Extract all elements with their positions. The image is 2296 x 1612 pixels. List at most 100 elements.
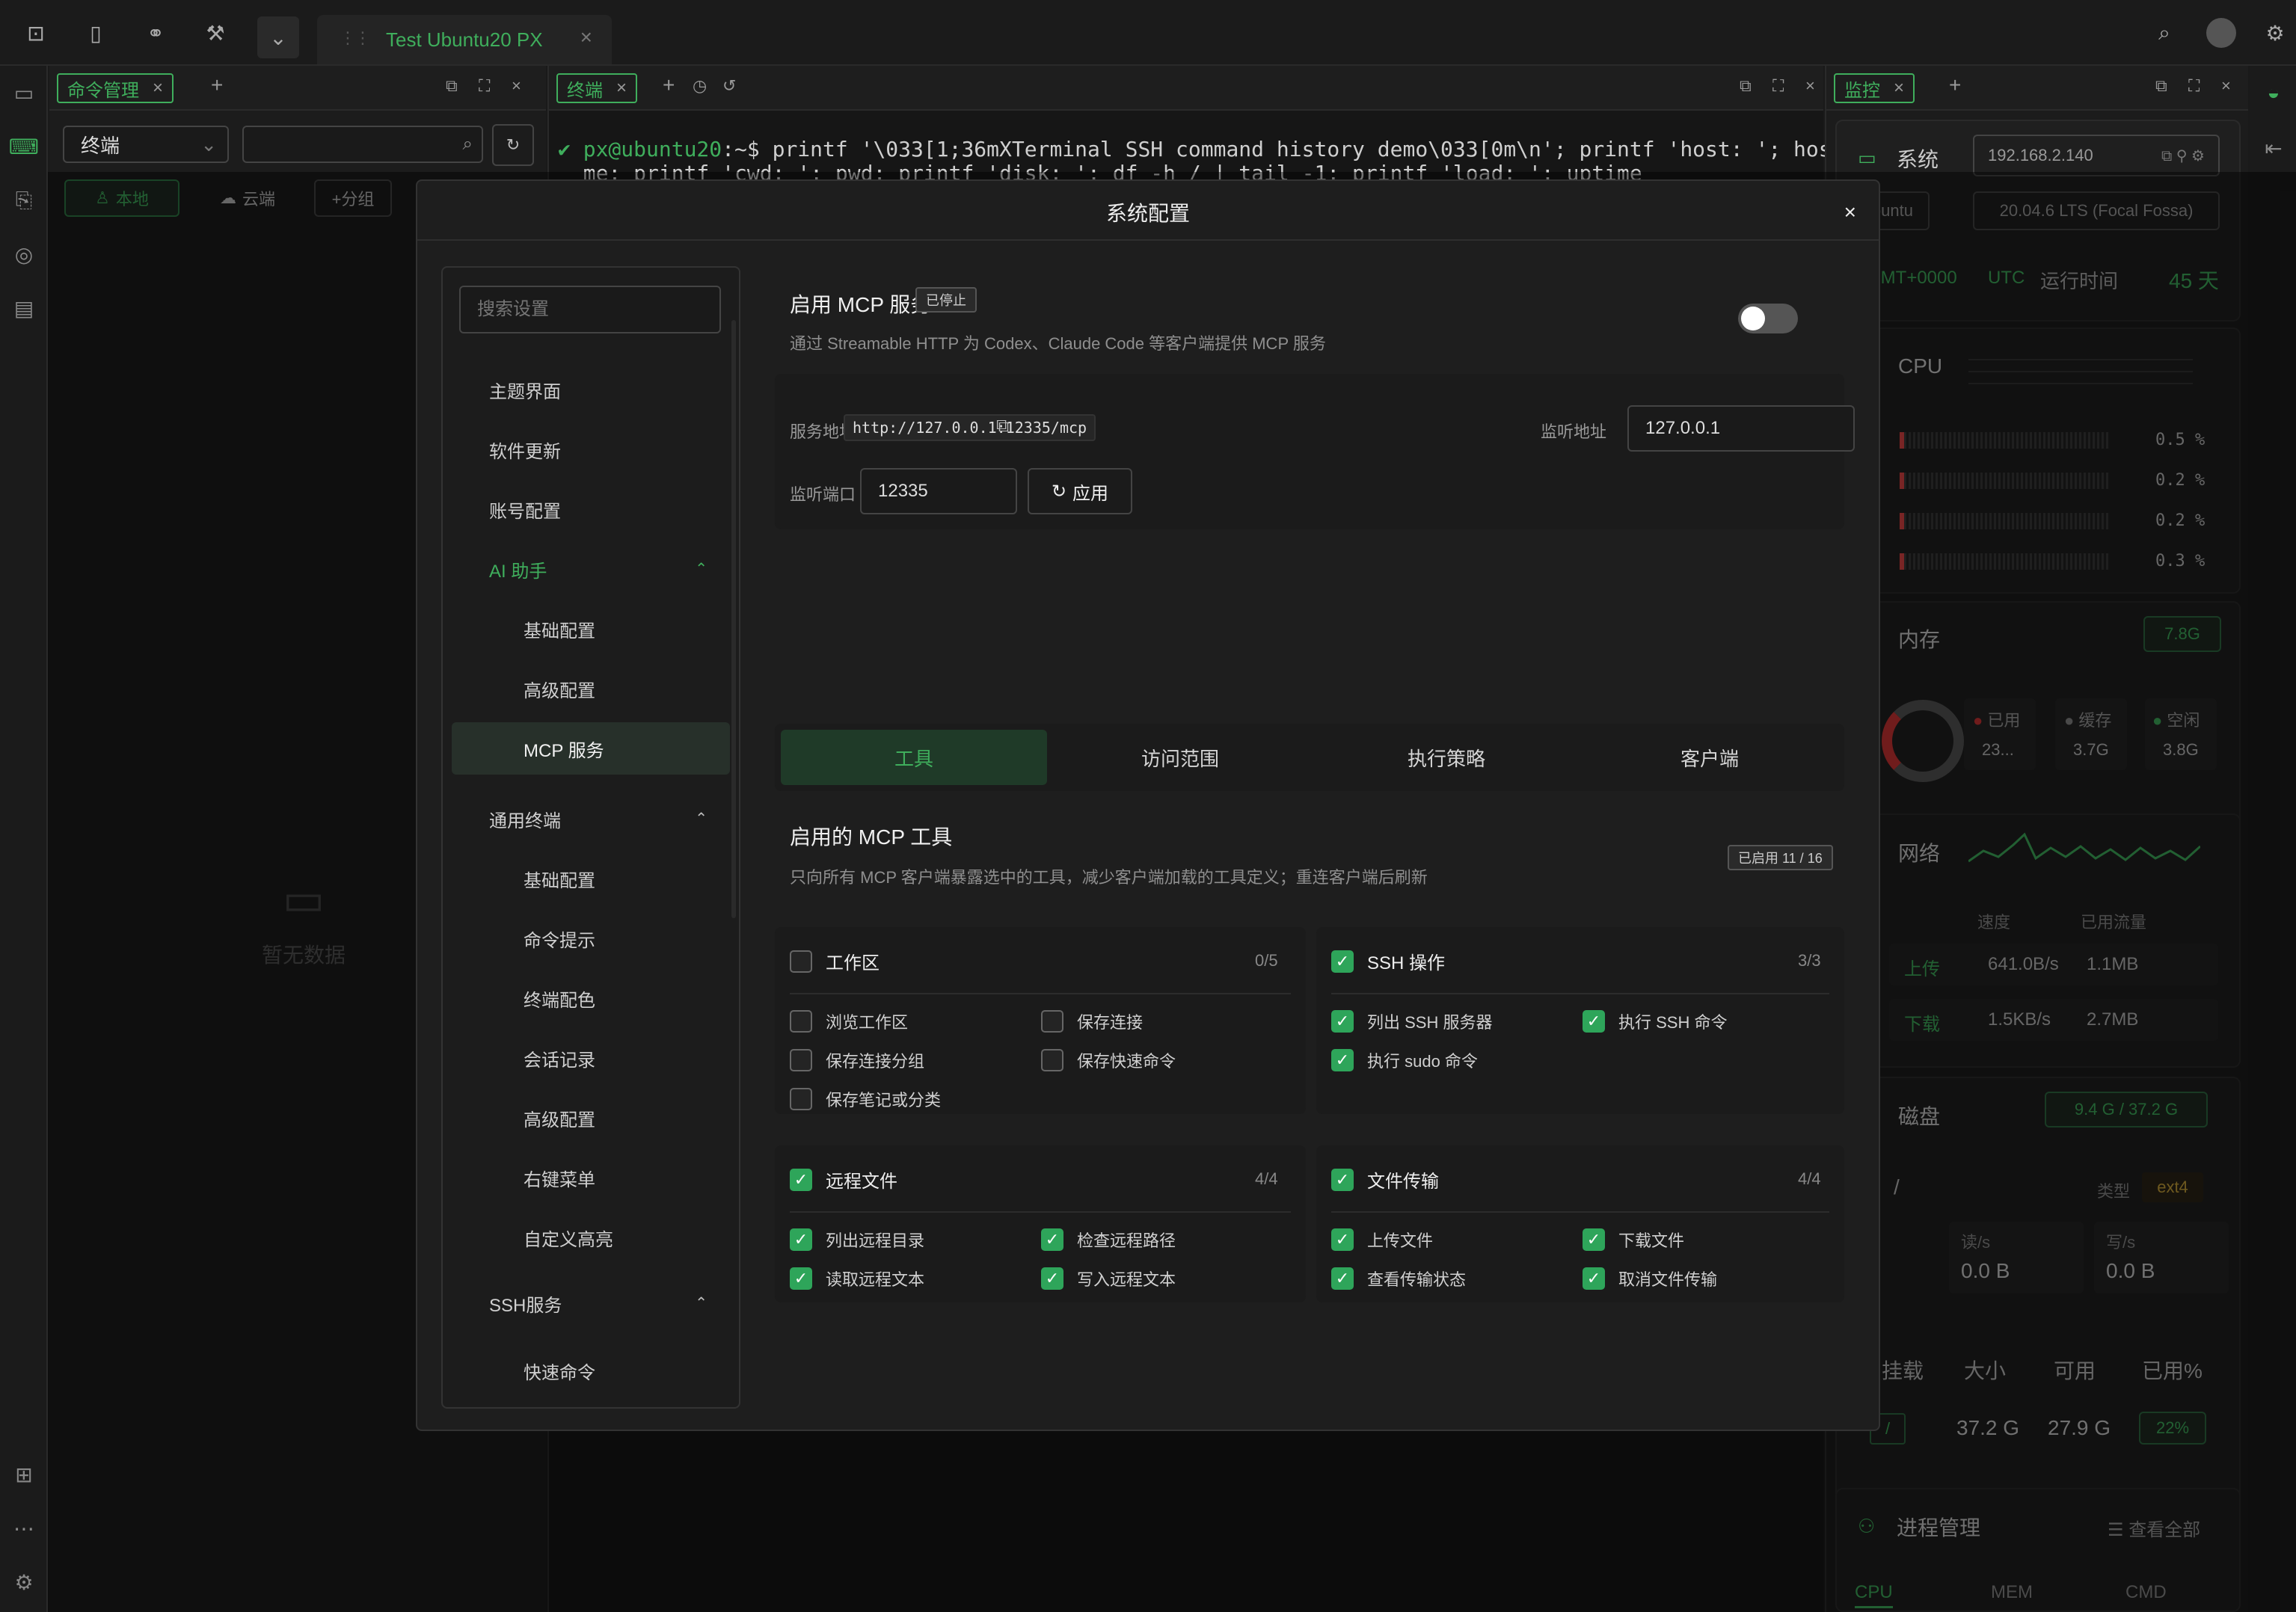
group-remote-files[interactable]: ✓ 远程文件 (790, 1166, 897, 1193)
tool-checkbox[interactable]: ✓ (1583, 1010, 1605, 1033)
expand-icon[interactable]: ⛶ (479, 76, 490, 96)
nav-theme[interactable]: 主题界面 (452, 363, 730, 416)
tool-checkbox[interactable]: ✓ (1583, 1228, 1605, 1251)
copy-icon[interactable]: ⧉ (996, 416, 1009, 437)
tool-checkbox[interactable] (790, 1088, 812, 1110)
nav-account[interactable]: 账号配置 (452, 483, 730, 535)
close-icon[interactable]: × (1805, 76, 1815, 96)
collapse-icon[interactable]: ⇤ (2257, 132, 2290, 164)
session-tab[interactable]: ⋮⋮ Test Ubuntu20 PX × (317, 15, 612, 64)
search-input[interactable]: ⌕ (242, 126, 483, 163)
tool-exec-ssh[interactable]: ✓ 执行 SSH 命令 (1583, 1009, 1727, 1033)
tool-checkbox[interactable] (1041, 1049, 1063, 1071)
tool-upload-file[interactable]: ✓ 上传文件 (1331, 1228, 1433, 1252)
nav-custom-highlight[interactable]: 自定义高亮 (452, 1211, 730, 1264)
listen-port-input[interactable]: 12335 (860, 468, 1017, 514)
nav-update[interactable]: 软件更新 (452, 423, 730, 476)
nav-ssh-service[interactable]: SSH服务 ⌃ (452, 1277, 730, 1329)
tool-list-remote-dir[interactable]: ✓ 列出远程目录 (790, 1228, 924, 1252)
tool-browse-workspace[interactable]: 浏览工作区 (790, 1009, 908, 1033)
wrench-icon[interactable]: ⚒ (199, 16, 232, 49)
nav-terminal-colors[interactable]: 终端配色 (452, 972, 730, 1024)
tool-checkbox[interactable]: ✓ (1041, 1267, 1063, 1290)
group-file-transfer[interactable]: ✓ 文件传输 (1331, 1166, 1439, 1193)
group-workspace[interactable]: 工作区 (790, 948, 880, 974)
nav-terminal-advanced[interactable]: 高级配置 (452, 1092, 730, 1144)
nav-terminal[interactable]: 通用终端 ⌃ (452, 793, 730, 845)
history-icon[interactable]: ⎘ (7, 184, 40, 217)
tool-write-remote-text[interactable]: ✓ 写入远程文本 (1041, 1267, 1176, 1290)
chevron-down-icon[interactable]: ⌄ (257, 16, 299, 58)
close-icon[interactable]: × (512, 76, 521, 96)
link-icon[interactable]: ⚭ (139, 16, 172, 49)
tool-checkbox[interactable]: ✓ (1583, 1267, 1605, 1290)
tool-transfer-status[interactable]: ✓ 查看传输状态 (1331, 1267, 1466, 1290)
close-icon[interactable]: × (580, 25, 592, 49)
close-icon[interactable]: × (2221, 76, 2231, 96)
service-address-value[interactable]: http://127.0.0.1:12335/mcp (844, 414, 1096, 441)
nav-ai-advanced[interactable]: 高级配置 (452, 662, 730, 715)
tool-exec-sudo[interactable]: ✓ 执行 sudo 命令 (1331, 1048, 1478, 1072)
tool-checkbox[interactable]: ✓ (1331, 1049, 1354, 1071)
tool-checkbox[interactable]: ✓ (1041, 1228, 1063, 1251)
search-icon[interactable]: ⌕ (463, 134, 473, 155)
apply-button[interactable]: ↻ 应用 (1028, 468, 1132, 514)
monitor-icon[interactable]: ◒ (2257, 76, 2290, 109)
document-icon[interactable]: ▤ (7, 292, 40, 324)
tool-checkbox[interactable]: ✓ (1331, 1267, 1354, 1290)
tool-checkbox[interactable]: ✓ (790, 1228, 812, 1251)
grid-icon[interactable]: ⊞ (7, 1458, 40, 1491)
nav-ai-assistant[interactable]: AI 助手 ⌃ (452, 543, 730, 595)
nav-terminal-basic[interactable]: 基础配置 (452, 852, 730, 905)
close-icon[interactable]: × (1844, 200, 1856, 224)
settings-icon[interactable]: ⚙ (7, 1566, 40, 1599)
group-checkbox[interactable]: ✓ (1331, 950, 1354, 973)
gear-icon[interactable]: ⚙ (2259, 16, 2292, 49)
tab-command-management[interactable]: 命令管理 × (57, 73, 174, 103)
tool-checkbox[interactable] (790, 1049, 812, 1071)
expand-icon[interactable]: ⛶ (1772, 76, 1784, 96)
tab-monitor[interactable]: 监控 × (1834, 73, 1915, 103)
listen-address-input[interactable]: 127.0.0.1 (1627, 405, 1855, 452)
filter-select[interactable]: 终端 ⌄ (63, 126, 229, 163)
group-checkbox[interactable]: ✓ (1331, 1168, 1354, 1191)
expand-icon[interactable]: ⛶ (2188, 76, 2200, 96)
popout-icon[interactable]: ⧉ (2155, 76, 2167, 96)
copy-icon[interactable]: ⧉ ⚲ ⚙ (2161, 147, 2205, 165)
close-icon[interactable]: × (616, 78, 627, 99)
group-checkbox[interactable] (790, 950, 812, 973)
group-ssh[interactable]: ✓ SSH 操作 (1331, 948, 1445, 974)
nav-scrollbar[interactable] (731, 320, 736, 918)
nav-command-hint[interactable]: 命令提示 (452, 912, 730, 965)
tool-save-quick-command[interactable]: 保存快速命令 (1041, 1048, 1176, 1072)
tab-exec-policy[interactable]: 执行策略 (1313, 730, 1580, 785)
tool-download-file[interactable]: ✓ 下载文件 (1583, 1228, 1684, 1252)
tool-cancel-transfer[interactable]: ✓ 取消文件传输 (1583, 1267, 1717, 1290)
nav-context-menu[interactable]: 右键菜单 (452, 1151, 730, 1204)
settings-search-input[interactable] (459, 286, 721, 333)
tool-checkbox[interactable]: ✓ (790, 1267, 812, 1290)
nav-quick-command[interactable]: 快速命令 (452, 1344, 730, 1397)
tab-terminal[interactable]: 终端 × (556, 73, 638, 103)
popout-icon[interactable]: ⧉ (446, 76, 458, 96)
search-icon[interactable]: ⌕ (2148, 16, 2181, 49)
tool-checkbox[interactable] (1041, 1010, 1063, 1033)
nav-mcp-service[interactable]: MCP 服务 (452, 722, 730, 775)
close-icon[interactable]: × (153, 78, 163, 99)
tool-save-connection-group[interactable]: 保存连接分组 (790, 1048, 924, 1072)
add-icon[interactable]: + (1949, 73, 1961, 97)
tool-read-remote-text[interactable]: ✓ 读取远程文本 (790, 1267, 924, 1290)
tab-clients[interactable]: 客户端 (1577, 730, 1843, 785)
drag-handle-icon[interactable]: ⋮⋮ (340, 28, 371, 48)
tool-save-connection[interactable]: 保存连接 (1041, 1009, 1143, 1033)
target-icon[interactable]: ◎ (7, 238, 40, 271)
tool-checkbox[interactable] (790, 1010, 812, 1033)
nav-ai-basic[interactable]: 基础配置 (452, 603, 730, 655)
ip-address[interactable]: 192.168.2.140 ⧉ ⚲ ⚙ (1973, 135, 2220, 176)
tool-checkbox[interactable]: ✓ (1331, 1010, 1354, 1033)
tool-save-note[interactable]: 保存笔记或分类 (790, 1087, 941, 1111)
tool-checkbox[interactable]: ✓ (1331, 1228, 1354, 1251)
group-checkbox[interactable]: ✓ (790, 1168, 812, 1191)
terminal-icon[interactable]: ⊡ (19, 16, 52, 49)
tool-list-ssh-servers[interactable]: ✓ 列出 SSH 服务器 (1331, 1009, 1492, 1033)
